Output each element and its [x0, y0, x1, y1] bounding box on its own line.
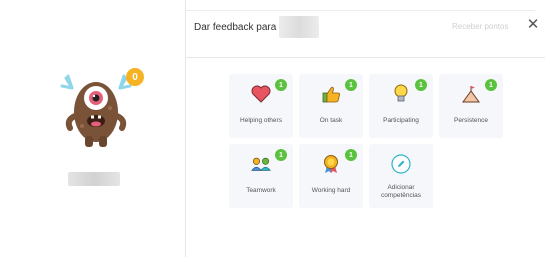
- student-name-redacted: [68, 172, 120, 186]
- thumbs-up-icon: [321, 84, 341, 104]
- mountain-flag-icon: [461, 84, 481, 104]
- skill-label: Teamwork: [246, 187, 276, 194]
- skill-count-badge: 1: [485, 79, 497, 91]
- skill-label: Working hard: [311, 187, 351, 194]
- skill-card-participating[interactable]: 1 Participating: [369, 74, 433, 138]
- add-skills-label: Adicionar competências: [380, 184, 422, 199]
- lightbulb-icon: [391, 84, 411, 104]
- skill-label: Participating: [383, 117, 419, 124]
- skill-count-badge: 1: [345, 79, 357, 91]
- skill-count-badge: 1: [345, 149, 357, 161]
- people-icon: [251, 154, 271, 174]
- skill-card-on-task[interactable]: 1 On task: [299, 74, 363, 138]
- medal-icon: [321, 154, 341, 174]
- skill-card-teamwork[interactable]: 1 Teamwork: [229, 144, 293, 208]
- skill-card-working-hard[interactable]: 1 Working hard: [299, 144, 363, 208]
- skill-label: Persistence: [454, 117, 488, 124]
- skill-card-helping-others[interactable]: 1 Helping others: [229, 74, 293, 138]
- close-button[interactable]: ✕: [526, 17, 540, 33]
- heart-icon: [251, 84, 271, 104]
- skill-card-persistence[interactable]: 1 Persistence: [439, 74, 503, 138]
- skill-label: Helping others: [240, 117, 282, 124]
- monster-avatar: [58, 68, 134, 150]
- student-points-badge: 0: [126, 68, 144, 86]
- receive-points-link[interactable]: Receber pontos: [452, 22, 508, 31]
- skill-count-badge: 1: [415, 79, 427, 91]
- add-skills-card[interactable]: Adicionar competências: [369, 144, 433, 208]
- skill-count-badge: 1: [275, 79, 287, 91]
- student-panel: 0: [0, 0, 186, 257]
- recipient-name-redacted: [279, 16, 319, 38]
- skill-count-badge: 1: [275, 149, 287, 161]
- pencil-icon: [391, 154, 411, 174]
- feedback-header: Dar feedback para Receber pontos ✕: [186, 11, 545, 58]
- skill-label: On task: [319, 117, 343, 124]
- feedback-title: Dar feedback para: [194, 22, 277, 33]
- close-icon: ✕: [526, 16, 540, 33]
